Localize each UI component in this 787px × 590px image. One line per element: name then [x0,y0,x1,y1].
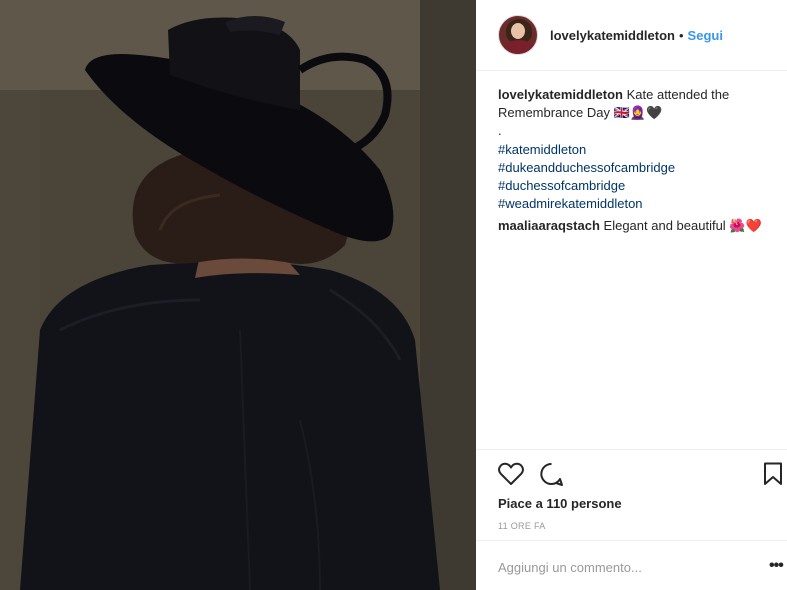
woman-in-black-hat-image [0,0,476,590]
hashtag-link[interactable]: #duchessofcambridge [498,177,783,195]
hashtag-link[interactable]: #dukeandduchessofcambridge [498,159,783,177]
likes-count[interactable]: Piace a 110 persone [498,496,622,511]
post-actions: Piace a 110 persone 11 ORE FA ••• [476,449,787,589]
hashtag-link[interactable]: #katemiddleton [498,141,783,159]
header-separator: • [678,27,684,43]
action-icons [498,462,787,490]
post-photo[interactable] [0,0,476,590]
post-sidebar: lovelykatemiddleton • Segui lovelykatemi… [476,0,787,590]
comment-username-link[interactable]: maaliaaraqstach [498,218,600,233]
heart-outline-icon[interactable] [498,462,524,489]
avatar[interactable] [498,15,538,55]
header-username-link[interactable]: lovelykatemiddleton [550,28,675,43]
comment-input[interactable] [498,557,738,577]
caption-dot: . [498,123,502,139]
caption: lovelykatemiddleton Kate attended the Re… [498,86,783,213]
follow-button[interactable]: Segui [688,28,723,43]
caption-username-link[interactable]: lovelykatemiddleton [498,87,623,102]
post-header: lovelykatemiddleton • Segui [476,0,787,71]
ellipsis-icon[interactable]: ••• [769,557,784,575]
comments-list: lovelykatemiddleton Kate attended the Re… [498,86,783,240]
comment-text: Elegant and beautiful 🌺❤️ [603,218,762,234]
hashtag-link[interactable]: #weadmirekatemiddleton [498,195,783,213]
speech-bubble-icon[interactable] [539,462,564,490]
bookmark-icon[interactable] [763,462,783,489]
add-comment-bar: ••• [476,540,787,590]
post-timestamp[interactable]: 11 ORE FA [498,521,546,531]
comment-item: maaliaaraqstach Elegant and beautiful 🌺❤… [498,217,783,235]
